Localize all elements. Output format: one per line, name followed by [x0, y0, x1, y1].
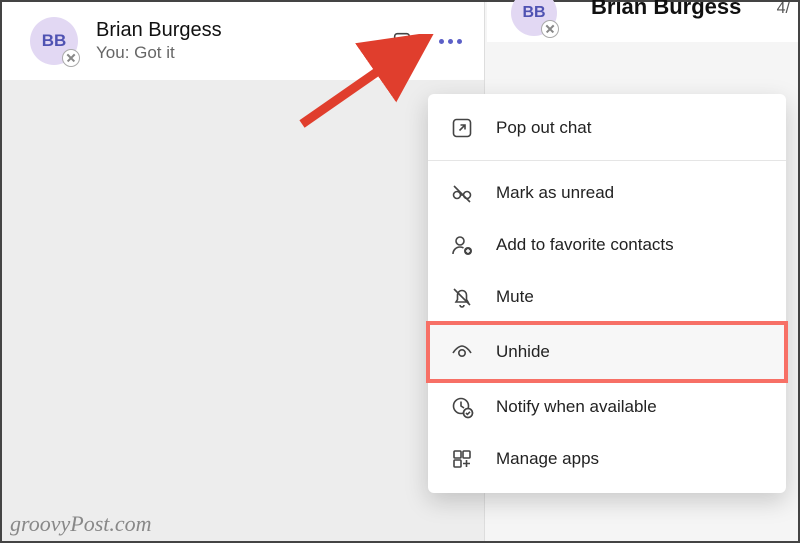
- avatar: BB: [511, 0, 557, 36]
- menu-item-add-favorite[interactable]: Add to favorite contacts: [428, 219, 786, 271]
- bell-off-icon: [450, 285, 474, 309]
- ellipsis-icon: [439, 39, 462, 44]
- menu-item-label: Notify when available: [496, 397, 657, 417]
- menu-item-mark-as-unread[interactable]: Mark as unread: [428, 167, 786, 219]
- avatar: BB: [30, 17, 78, 65]
- chat-contact-name: Brian Burgess: [96, 19, 386, 42]
- presence-offline-icon: [541, 20, 559, 38]
- more-options-button[interactable]: [434, 25, 466, 57]
- apps-icon: [450, 447, 474, 471]
- menu-item-label: Add to favorite contacts: [496, 235, 674, 255]
- menu-item-notify-when-available[interactable]: Notify when available: [428, 381, 786, 433]
- menu-item-label: Pop out chat: [496, 118, 591, 138]
- menu-item-unhide[interactable]: Unhide: [428, 323, 786, 381]
- pop-out-icon: [391, 30, 413, 52]
- chat-list-item[interactable]: BB Brian Burgess You: Got it: [2, 2, 484, 80]
- menu-item-pop-out-chat[interactable]: Pop out chat: [428, 102, 786, 154]
- glasses-off-icon: [450, 181, 474, 205]
- avatar-initials: BB: [522, 4, 545, 22]
- pop-out-button[interactable]: [386, 25, 418, 57]
- chat-message-preview: You: Got it: [96, 43, 386, 63]
- conversation-title: Brian Burgess: [591, 0, 741, 20]
- menu-item-label: Mute: [496, 287, 534, 307]
- menu-item-label: Mark as unread: [496, 183, 614, 203]
- conversation-header: BB Brian Burgess 4/: [487, 2, 798, 42]
- menu-divider: [428, 160, 786, 161]
- chat-item-actions: [386, 25, 466, 57]
- presence-offline-icon: [62, 49, 80, 67]
- person-add-icon: [450, 233, 474, 257]
- chat-list-pane: BB Brian Burgess You: Got it: [2, 2, 485, 541]
- menu-item-label: Unhide: [496, 342, 550, 362]
- avatar-initials: BB: [42, 31, 67, 51]
- menu-item-mute[interactable]: Mute: [428, 271, 786, 323]
- menu-item-manage-apps[interactable]: Manage apps: [428, 433, 786, 485]
- eye-icon: [450, 340, 474, 364]
- chat-context-menu: Pop out chat Mark as unread Add to favor…: [428, 94, 786, 493]
- conversation-date-fragment: 4/: [777, 0, 790, 18]
- watermark: groovyPost.com: [10, 511, 152, 537]
- chat-item-text: Brian Burgess You: Got it: [96, 19, 386, 63]
- clock-check-icon: [450, 395, 474, 419]
- menu-item-label: Manage apps: [496, 449, 599, 469]
- pop-out-icon: [450, 116, 474, 140]
